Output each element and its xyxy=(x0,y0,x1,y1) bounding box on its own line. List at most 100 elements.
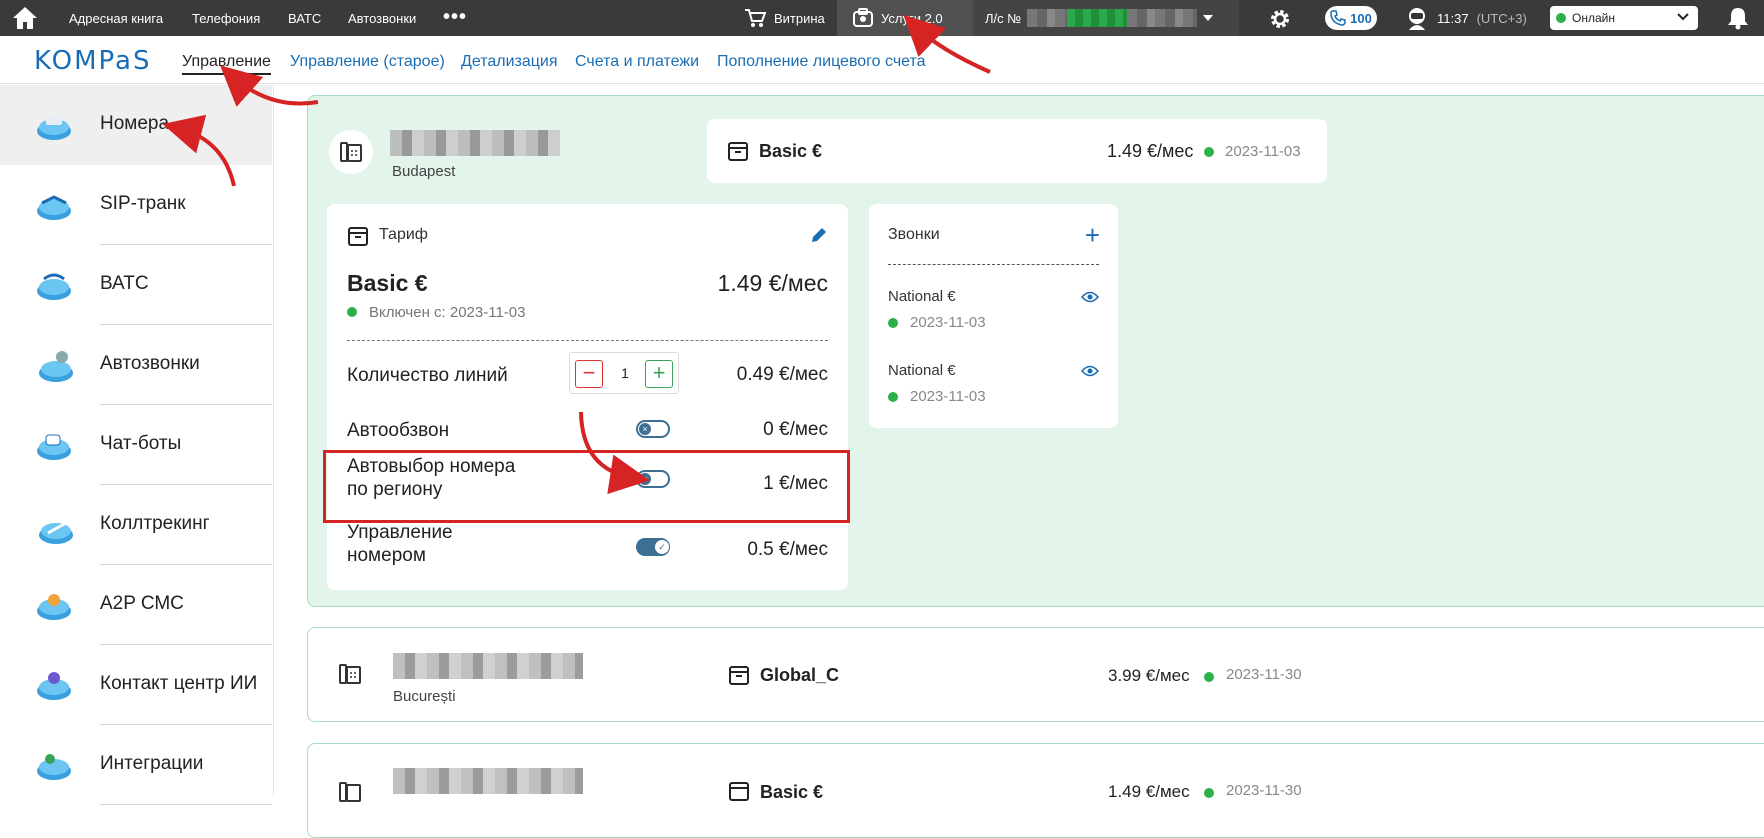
more-menu-icon[interactable]: ••• xyxy=(443,6,467,29)
tab-invoices[interactable]: Счета и платежи xyxy=(575,53,699,71)
number-row[interactable]: Basic € 1.49 €/мес 2023-11-30 xyxy=(307,743,1764,838)
sidebar-item-label: Коллтрекинг xyxy=(100,513,210,534)
tab-top-up[interactable]: Пополнение лицевого счета xyxy=(717,53,926,71)
chatbots-icon xyxy=(37,434,71,460)
account-number-masked xyxy=(1027,9,1068,27)
decrement-button[interactable]: − xyxy=(575,360,603,388)
calls-counter[interactable]: 100 xyxy=(1325,6,1377,30)
call-item-name: National € xyxy=(888,362,956,379)
sidebar-item-label: Автозвонки xyxy=(100,353,200,374)
number-city: București xyxy=(393,688,456,705)
number-city: Budapest xyxy=(392,163,456,180)
calls-count: 100 xyxy=(1350,10,1372,26)
account-selector[interactable]: Л/с № xyxy=(973,0,1239,36)
top-bar: Адресная книга Телефония ВАТС Автозвонки… xyxy=(0,0,1764,36)
gear-icon[interactable] xyxy=(1268,7,1292,31)
sms-icon xyxy=(37,594,71,620)
status-dot xyxy=(1204,147,1214,157)
tariff-price: 1.49 €/мес xyxy=(1107,141,1194,161)
tariff-box-icon xyxy=(729,782,749,801)
tariff-box-icon xyxy=(348,227,368,246)
number-management-toggle[interactable]: ✓ xyxy=(636,538,670,556)
account-name-masked xyxy=(1127,9,1198,27)
nav-telephony[interactable]: Телефония xyxy=(192,11,260,26)
ai-contact-center-icon xyxy=(37,672,71,700)
eye-icon[interactable] xyxy=(1081,290,1099,304)
tariff-card: Тариф Basic € 1.49 €/мес Включен с: 2023… xyxy=(327,204,848,590)
number-management-label-line2: номером xyxy=(347,545,426,566)
timezone: (UTC+3) xyxy=(1476,10,1527,26)
vats-icon xyxy=(37,273,71,300)
lines-count-value[interactable]: 1 xyxy=(614,365,636,381)
autodial-price: 0 €/мес xyxy=(763,419,828,440)
nav-autocalls[interactable]: Автозвонки xyxy=(348,11,416,26)
sidebar-item-ai-contact-center[interactable]: Контакт центр ИИ xyxy=(0,645,272,725)
tariff-name: Basic € xyxy=(760,782,824,802)
tariff-price: 1.49 €/мес xyxy=(1108,782,1190,801)
logo[interactable]: KOMPaS xyxy=(34,46,151,76)
calls-title: Звонки xyxy=(888,226,940,243)
tariff-date: 2023-11-30 xyxy=(1226,782,1302,799)
sidebar: Номера SIP-транк ВАТС Автозвонки Чат-бот… xyxy=(0,85,274,805)
sidebar-item-vats[interactable]: ВАТС xyxy=(0,245,272,325)
sidebar-item-integrations[interactable]: Интеграции xyxy=(0,725,272,805)
edit-pencil-icon[interactable] xyxy=(810,226,828,244)
sidebar-item-sip-trunk[interactable]: SIP-транк xyxy=(0,165,272,245)
status-dot xyxy=(888,318,898,328)
tab-management-old[interactable]: Управление (старое) xyxy=(290,53,445,71)
divider xyxy=(100,804,272,805)
agent-info: 11:37 (UTC+3) xyxy=(1405,6,1527,30)
sidebar-item-numbers[interactable]: Номера xyxy=(0,85,272,165)
numbers-icon xyxy=(37,115,71,140)
tariff-name: Global_C xyxy=(760,665,840,685)
tariff-box-icon xyxy=(729,666,749,685)
home-icon[interactable] xyxy=(12,6,38,30)
nav-address-book[interactable]: Адресная книга xyxy=(69,11,163,26)
highlight-box xyxy=(323,450,850,523)
lines-price: 0.49 €/мес xyxy=(736,364,828,385)
autodial-label: Автообзвон xyxy=(347,420,450,441)
call-item-date: 2023-11-03 xyxy=(910,314,986,331)
cart-icon xyxy=(745,9,766,27)
number-management-label-line1: Управление xyxy=(347,522,453,543)
bell-icon[interactable] xyxy=(1727,6,1749,30)
nav-vats[interactable]: ВАТС xyxy=(288,11,321,26)
sidebar-item-autocalls[interactable]: Автозвонки xyxy=(0,325,272,405)
tariff-date: 2023-11-03 xyxy=(1225,143,1301,160)
sidebar-item-calltracking[interactable]: Коллтрекинг xyxy=(0,485,272,565)
account-label: Л/с № xyxy=(985,10,1022,26)
eye-icon[interactable] xyxy=(1081,364,1099,378)
increment-button[interactable]: + xyxy=(645,360,673,388)
tab-management[interactable]: Управление xyxy=(182,53,271,75)
add-call-plus-icon[interactable]: + xyxy=(1085,220,1100,251)
number-row[interactable]: București Global_C 3.99 €/мес 2023-11-30 xyxy=(307,627,1764,722)
showcase-link[interactable]: Витрина xyxy=(744,8,825,28)
sidebar-item-label: A2P СМС xyxy=(100,593,184,614)
number-icon-wrap xyxy=(329,130,373,174)
sidebar-item-label: Контакт центр ИИ xyxy=(100,673,258,694)
tariff-box-icon xyxy=(728,142,748,161)
call-item-name: National € xyxy=(888,288,956,305)
sidebar-item-label: Номера xyxy=(100,113,170,134)
sidebar-item-label: SIP-транк xyxy=(100,193,186,214)
status-value: Онлайн xyxy=(1572,11,1615,25)
sidebar-item-label: Чат-боты xyxy=(100,433,182,454)
autocalls-icon xyxy=(39,351,73,382)
online-dot xyxy=(1556,13,1566,23)
sub-navigation: KOMPaS Управление Управление (старое) Де… xyxy=(0,36,1764,84)
phone-number-masked xyxy=(390,130,560,156)
separator xyxy=(888,264,1099,265)
status-select[interactable]: Онлайн xyxy=(1550,6,1698,30)
phone-icon xyxy=(1330,10,1346,26)
tariff-summary[interactable]: Basic € 1.49 €/мес 2023-11-03 xyxy=(707,119,1327,183)
showcase-label: Витрина xyxy=(774,10,825,26)
call-item-date: 2023-11-03 xyxy=(910,388,986,405)
tab-details[interactable]: Детализация xyxy=(461,53,558,71)
sidebar-item-a2p-sms[interactable]: A2P СМС xyxy=(0,565,272,645)
services-2-link[interactable]: Услуги 2.0 xyxy=(837,0,973,36)
sip-trunk-icon xyxy=(37,195,71,220)
sidebar-item-chatbots[interactable]: Чат-боты xyxy=(0,405,272,485)
tariff-date: 2023-11-30 xyxy=(1226,666,1302,683)
autodial-toggle[interactable]: × xyxy=(636,420,670,438)
desk-phone-icon xyxy=(339,664,361,684)
